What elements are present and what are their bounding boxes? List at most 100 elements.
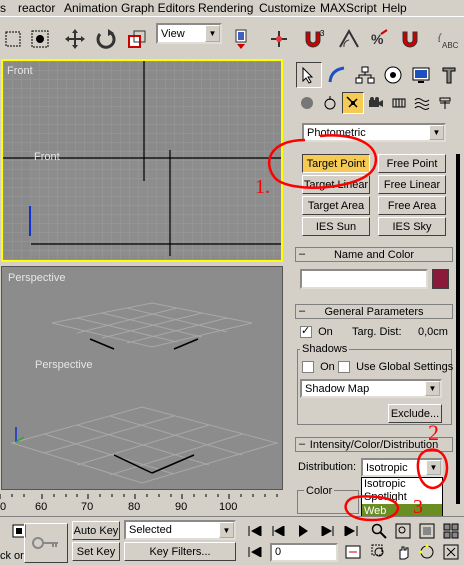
name-color-rollout-header[interactable]: – Name and Color [295,247,453,262]
pivot-center-icon[interactable] [228,26,254,52]
spinner-snap-icon[interactable] [398,26,424,52]
menu-item-reactor[interactable]: reactor [18,1,55,15]
free-point-button[interactable]: Free Point [378,154,446,173]
helpers-icon[interactable] [388,92,410,114]
rotate-icon[interactable] [93,26,119,52]
distribution-option-isotropic[interactable]: Isotropic [362,478,442,491]
move-icon[interactable] [62,26,88,52]
status-prompt-text: ck or [0,550,24,562]
display-tab-icon[interactable] [408,62,434,88]
reference-coord-select[interactable]: View ▼ [156,23,222,44]
zoom-icon[interactable] [368,521,390,541]
zoom-extents-icon[interactable] [416,521,438,541]
targ-dist-value: 0,0cm [418,326,448,338]
target-point-button[interactable]: Target Point [302,154,370,173]
cameras-icon[interactable] [365,92,387,114]
systems-icon[interactable] [434,92,456,114]
collapse-icon: – [299,438,306,450]
key-filters-button[interactable]: Key Filters... [124,542,236,561]
zoom-all-icon[interactable] [392,521,414,541]
motion-tab-icon[interactable] [380,62,406,88]
shapes-icon[interactable] [319,92,341,114]
distribution-value: Isotropic [366,461,408,474]
timeline-ruler[interactable]: 0 60 70 80 90 100 [0,494,292,516]
viewport-perspective[interactable]: Perspective Perspective [1,266,283,490]
shadows-on-label: On [320,361,335,373]
create-tab-icon[interactable] [296,62,322,88]
command-panel: Photometric ▼ Target Point Free Point Ta… [292,59,464,519]
pan-icon[interactable] [392,542,414,562]
key-selection-select[interactable]: Selected ▼ [124,520,236,540]
distribution-select[interactable]: Isotropic ▼ [361,458,443,477]
menu-item-rendering[interactable]: Rendering [198,1,253,15]
target-area-button[interactable]: Target Area [302,196,370,215]
timeline-tick-label: 70 [81,501,94,513]
timeline-tick-label: 100 [219,501,238,513]
exclude-button[interactable]: Exclude... [388,404,442,423]
menu-item-s[interactable]: s [0,1,6,15]
current-frame-field[interactable]: 0 [270,543,338,562]
collapse-icon: – [299,248,306,260]
menu-item-help[interactable]: Help [382,1,407,15]
intensity-rollout-header[interactable]: – Intensity/Color/Distribution [295,437,453,452]
previous-frame-icon[interactable] [268,521,290,541]
scale-icon[interactable] [124,26,150,52]
arc-rotate-icon[interactable] [416,542,438,562]
go-to-start-icon[interactable] [244,521,266,541]
maximize-viewport-icon[interactable] [440,542,462,562]
use-global-settings-row: Use Global Settings [338,361,454,374]
select-by-name-icon[interactable] [27,26,53,52]
distribution-option-spotlight[interactable]: Spotlight [362,491,442,504]
shadow-type-select[interactable]: Shadow Map ▼ [300,379,442,398]
timeline-tick-label: 0 [0,501,7,513]
geometry-icon[interactable] [296,92,318,114]
zoom-extents-all-icon[interactable] [440,521,462,541]
auto-key-button[interactable]: Auto Key [72,521,120,540]
select-manipulate-icon[interactable] [266,26,292,52]
target-linear-button[interactable]: Target Linear [302,175,370,194]
shadows-on-checkbox[interactable] [302,361,314,374]
free-linear-button[interactable]: Free Linear [378,175,446,194]
menu-item-animation[interactable]: Animation [64,1,117,15]
timeline-tick-label: 90 [175,501,188,513]
ies-sky-button[interactable]: IES Sky [378,217,446,236]
lights-icon[interactable] [342,92,364,114]
space-warps-icon[interactable] [411,92,433,114]
viewport-front-label: Front [7,65,33,77]
light-category-select[interactable]: Photometric ▼ [302,123,446,142]
percent-snap-icon[interactable]: % [366,26,392,52]
light-on-checkbox[interactable] [300,324,312,339]
set-key-mode-icon[interactable] [24,523,68,563]
targ-dist-label: Targ. Dist: [352,326,402,338]
utilities-tab-icon[interactable] [436,62,462,88]
edit-named-selection-icon[interactable]: {ABC [432,26,462,52]
menu-item-graph-editors[interactable]: Graph Editors [121,1,195,15]
key-mode-toggle-icon[interactable] [244,542,266,562]
collapse-icon: – [299,305,306,317]
viewport-front[interactable]: Front Front [1,59,283,262]
menu-item-maxscript[interactable]: MAXScript [320,1,377,15]
menu-item-customize[interactable]: Customize [259,1,316,15]
general-parameters-rollout-header[interactable]: – General Parameters [295,304,453,319]
select-region-icon[interactable] [0,26,26,52]
angle-snap-icon[interactable] [336,26,362,52]
ies-sun-button[interactable]: IES Sun [302,217,370,236]
set-key-button[interactable]: Set Key [72,542,120,561]
go-to-end-icon[interactable] [340,521,362,541]
next-frame-icon[interactable] [316,521,338,541]
modify-tab-icon[interactable] [324,62,350,88]
use-global-settings-label: Use Global Settings [356,361,454,373]
object-color-swatch[interactable] [432,269,449,289]
free-area-button[interactable]: Free Area [378,196,446,215]
object-name-field[interactable] [300,269,428,289]
play-icon[interactable] [292,521,314,541]
reference-coord-value: View [161,27,185,40]
time-configuration-icon[interactable] [342,542,364,562]
hierarchy-tab-icon[interactable] [352,62,378,88]
panel-scrollbar[interactable] [456,154,460,504]
chevron-down-icon: ▼ [425,381,440,396]
distribution-label: Distribution: [298,461,357,473]
use-global-settings-checkbox[interactable] [338,361,350,374]
region-zoom-icon[interactable] [368,542,390,562]
snaps-toggle-icon[interactable]: 3 [302,26,328,52]
